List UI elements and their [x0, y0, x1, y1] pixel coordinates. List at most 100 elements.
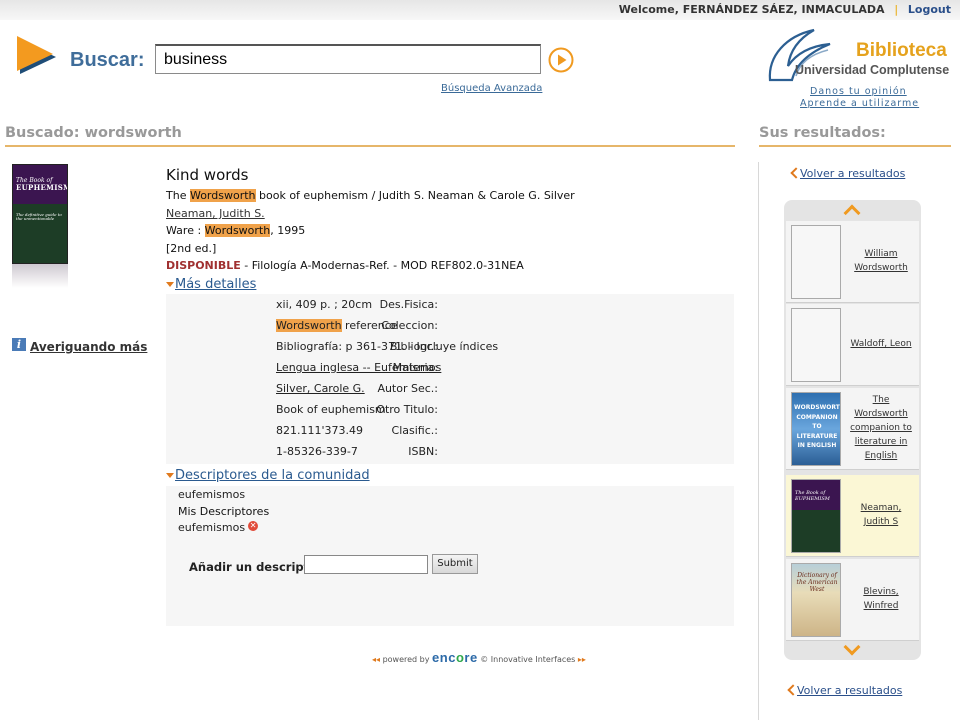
logout-link[interactable]: Logout [908, 3, 951, 16]
my-tags-label: Mis Descriptores [178, 505, 270, 518]
highlight-term: Wordsworth [189, 189, 256, 202]
community-panel: eufemismos Mis Descriptores eufemismos ✕ … [166, 486, 734, 626]
publication-row: Ware : Wordsworth, 1995 [166, 224, 305, 237]
cover-text: The Book of EUPHEMISM The definitive gui… [16, 177, 67, 222]
detail-label: Autor Sec.: [377, 382, 438, 395]
separator: | [894, 3, 899, 16]
detail-value-text: reference [341, 319, 398, 332]
detail-value: Book of euphemism [276, 403, 386, 416]
edition: [2nd ed.] [166, 242, 217, 255]
carousel-item-label[interactable]: Blevins, Winfred [848, 559, 914, 641]
carousel-item[interactable]: William Wordsworth [786, 221, 919, 303]
carousel-down-icon[interactable] [843, 638, 861, 656]
my-tag-row: eufemismos ✕ [178, 521, 259, 534]
more-info-link[interactable]: Averiguando más [30, 340, 147, 354]
carousel-item[interactable]: Waldoff, Leon [786, 304, 919, 386]
welcome-area: Welcome, FERNÁNDEZ SÁEZ, INMACULADA | Lo… [619, 3, 951, 16]
community-tag[interactable]: eufemismos [178, 488, 245, 501]
book-cover-image[interactable]: The Book of EUPHEMISM The definitive gui… [12, 164, 68, 264]
welcome-label: Welcome, [618, 3, 679, 16]
cover-thumbnail: The Book of EUPHEMISM [791, 479, 841, 553]
details-panel: Des.Fisica: xii, 409 p. ; 20cm Coleccion… [166, 294, 734, 464]
detail-row: Materia: Lengua inglesa -- Eufemismos [166, 357, 734, 378]
back-to-results-link-top[interactable]: Volver a resultados [800, 167, 905, 180]
detail-row: Otro Titulo: Book of euphemism [166, 399, 734, 420]
carousel-item-label[interactable]: Neaman, Judith S [848, 475, 914, 557]
column-divider [758, 162, 759, 720]
author-link-row: Neaman, Judith S. [166, 207, 265, 220]
cover-reflection [12, 264, 68, 288]
library-subtitle: Universidad Complutense [795, 63, 950, 77]
top-bar: Welcome, FERNÁNDEZ SÁEZ, INMACULADA | Lo… [0, 0, 960, 20]
highlight-term: Wordsworth [276, 319, 342, 332]
feedback-link[interactable]: Danos tu opinión [810, 86, 907, 97]
cover-thumb-text: Dictionary of the American West [796, 572, 838, 594]
search-input[interactable] [164, 50, 524, 70]
carousel-item-selected[interactable]: The Book of EUPHEMISM Neaman, Judith S [786, 475, 919, 557]
detail-row: ISBN: 1-85326-339-7 [166, 441, 734, 462]
carousel-up-icon[interactable] [843, 204, 861, 222]
highlight-term: Wordsworth [204, 224, 271, 237]
detail-value: 821.111'373.49 [276, 424, 364, 437]
cover-thumb-text: WORDSWORTH COMPANION TO LITERATURE IN EN… [794, 404, 841, 450]
community-tags-toggle[interactable]: Descriptores de la comunidad [166, 468, 370, 483]
location: - Filología A-Modernas-Ref. - MOD REF802… [240, 259, 524, 272]
expand-triangle-icon [166, 282, 174, 287]
delete-tag-icon[interactable]: ✕ [248, 521, 259, 531]
powered-by-encore: ◂◂ powered by encore © Innovative Interf… [372, 650, 586, 665]
cover-placeholder [791, 225, 841, 299]
company-name: © Innovative Interfaces [480, 655, 576, 664]
searched-heading: Buscado: wordsworth [5, 125, 182, 141]
searched-heading-underline [5, 145, 735, 147]
subject-link[interactable]: Lengua inglesa -- Eufemismos [276, 361, 441, 374]
title-statement-pre: The [166, 189, 190, 202]
encore-logo: encore [432, 650, 478, 665]
detail-value: Bibliografía: p 361-371. - Incluye índic… [276, 340, 499, 353]
more-details-toggle[interactable]: Más detalles [166, 277, 256, 292]
publication-post: , 1995 [270, 224, 306, 237]
cover-placeholder [791, 308, 841, 382]
detail-value: Wordsworth reference [276, 319, 398, 332]
powered-by-label: powered by [382, 655, 430, 664]
availability-row: DISPONIBLE - Filología A-Modernas-Ref. -… [166, 259, 524, 272]
detail-row: Bibliogr.: Bibliografía: p 361-371. - In… [166, 336, 734, 357]
results-carousel: William Wordsworth Waldoff, Leon WORDSWO… [784, 200, 921, 660]
carousel-item-label[interactable]: The Wordsworth companion to literature i… [848, 388, 914, 470]
add-tag-input[interactable] [304, 555, 428, 574]
search-go-button[interactable] [548, 47, 574, 73]
community-tags-label: Descriptores de la comunidad [175, 468, 370, 483]
carousel-item-label[interactable]: Waldoff, Leon [848, 304, 914, 386]
secondary-author-link[interactable]: Silver, Carole G. [276, 382, 365, 395]
title-statement-post: book of euphemism / Judith S. Neaman & C… [255, 189, 575, 202]
carousel-item[interactable]: WORDSWORTH COMPANION TO LITERATURE IN EN… [786, 388, 919, 470]
my-tag[interactable]: eufemismos [178, 521, 245, 534]
encore-logo-part: re [464, 650, 478, 665]
back-to-results-link-bottom[interactable]: Volver a resultados [797, 684, 902, 697]
user-name: FERNÁNDEZ SÁEZ, INMACULADA [682, 3, 885, 16]
detail-label: Clasific.: [391, 424, 438, 437]
results-heading-underline [759, 145, 951, 147]
add-tag-label: Añadir un descriptor [189, 560, 323, 574]
detail-row: Coleccion: Wordsworth reference [166, 315, 734, 336]
advanced-search-link[interactable]: Búsqueda Avanzada [441, 83, 542, 94]
carousel-item-label[interactable]: William Wordsworth [848, 221, 914, 303]
cover-thumbnail: WORDSWORTH COMPANION TO LITERATURE IN EN… [791, 392, 841, 466]
learn-to-use-link[interactable]: Aprende a utilizarme [800, 98, 919, 109]
encore-play-logo-icon [17, 36, 56, 74]
library-title: Biblioteca [856, 40, 947, 61]
detail-row: Des.Fisica: xii, 409 p. ; 20cm [166, 294, 734, 315]
author-link[interactable]: Neaman, Judith S. [166, 207, 265, 220]
results-heading: Sus resultados: [759, 125, 886, 141]
cover-subtitle: The definitive guide to the unmentionabl… [16, 211, 62, 222]
carousel-item[interactable]: Dictionary of the American West Blevins,… [786, 559, 919, 641]
more-details-label: Más detalles [175, 277, 257, 292]
cover-thumbnail: Dictionary of the American West [791, 563, 841, 637]
detail-value: 1-85326-339-7 [276, 445, 358, 458]
submit-button[interactable]: Submit [432, 554, 478, 574]
search-box [155, 44, 541, 74]
footer-arrows-right: ▸▸ [577, 655, 586, 664]
info-icon[interactable]: i [12, 338, 26, 351]
record-title: Kind words [166, 166, 249, 184]
cover-thumb-text: The Book of EUPHEMISM [795, 490, 830, 502]
footer-arrows-left: ◂◂ [372, 655, 381, 664]
